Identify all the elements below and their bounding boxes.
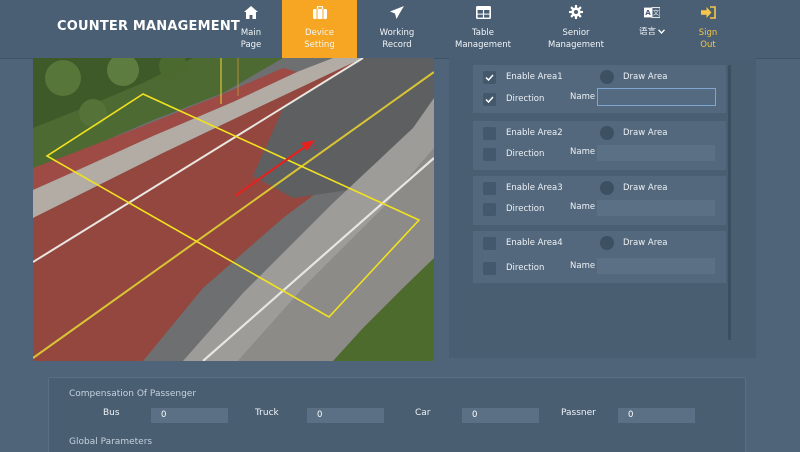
direction-checkbox[interactable] bbox=[483, 202, 496, 216]
draw-area-row: Draw Area bbox=[600, 68, 667, 86]
nav-label: Management bbox=[455, 40, 511, 50]
area-name-input[interactable] bbox=[597, 88, 716, 106]
nav-senior-management[interactable]: Senior Management bbox=[544, 0, 608, 58]
gear-icon bbox=[568, 4, 584, 20]
area-card-1: Enable Area1 Draw Area Direction Name bbox=[473, 65, 726, 113]
enable-area-checkbox[interactable] bbox=[483, 236, 496, 250]
passner-label: Passner bbox=[561, 408, 596, 418]
area-card-4: Enable Area4 Draw Area Direction Name bbox=[473, 231, 726, 283]
app-title: COUNTER MANAGEMENT bbox=[57, 19, 240, 34]
enable-area-label: Enable Area1 bbox=[506, 72, 563, 82]
nav-table-management[interactable]: Table Management bbox=[450, 0, 516, 58]
direction-checkbox[interactable] bbox=[483, 92, 496, 106]
draw-area-radio[interactable] bbox=[600, 181, 614, 195]
enable-area-label: Enable Area2 bbox=[506, 128, 563, 138]
enable-area-checkbox[interactable] bbox=[483, 70, 496, 84]
direction-row: Direction bbox=[483, 200, 544, 218]
nav-label: 语言 bbox=[638, 27, 656, 37]
area-card-2: Enable Area2 Draw Area Direction Name bbox=[473, 121, 726, 170]
draw-area-radio[interactable] bbox=[600, 126, 614, 140]
chevron-down-icon bbox=[658, 26, 665, 38]
nav-label: Device bbox=[304, 28, 335, 38]
draw-area-label: Draw Area bbox=[623, 128, 668, 138]
area-card-3: Enable Area3 Draw Area Direction Name bbox=[473, 176, 726, 225]
nav-label: Setting bbox=[304, 40, 335, 50]
area-name-input[interactable] bbox=[597, 258, 715, 274]
draw-area-label: Draw Area bbox=[623, 72, 668, 82]
svg-text:文: 文 bbox=[653, 9, 660, 17]
briefcase-icon bbox=[312, 4, 328, 20]
name-label: Name bbox=[570, 261, 596, 271]
enable-area-row: Enable Area4 bbox=[483, 234, 563, 252]
nav-label: Page bbox=[240, 40, 262, 50]
direction-label: Direction bbox=[506, 204, 545, 214]
draw-area-row: Draw Area bbox=[600, 234, 667, 252]
nav-working-record[interactable]: Working Record bbox=[370, 0, 424, 58]
global-parameters-title: Global Parameters bbox=[69, 437, 153, 447]
home-icon bbox=[243, 4, 259, 20]
direction-label: Direction bbox=[506, 263, 545, 273]
draw-area-radio[interactable] bbox=[600, 70, 614, 84]
direction-label: Direction bbox=[506, 94, 545, 104]
direction-row: Direction bbox=[483, 145, 544, 163]
direction-checkbox[interactable] bbox=[483, 261, 496, 275]
nav-label: Main bbox=[240, 28, 262, 38]
camera-view[interactable]: 1 bbox=[33, 58, 434, 361]
enable-area-checkbox[interactable] bbox=[483, 181, 496, 195]
area-name-input[interactable] bbox=[597, 145, 715, 161]
enable-area-label: Enable Area4 bbox=[506, 238, 563, 248]
svg-text:1: 1 bbox=[313, 144, 317, 152]
draw-area-row: Draw Area bbox=[600, 179, 667, 197]
nav-label: Senior bbox=[562, 28, 590, 38]
nav-label: Table bbox=[472, 28, 494, 38]
direction-row: Direction bbox=[483, 90, 544, 108]
nav-device-setting[interactable]: Device Setting bbox=[282, 0, 357, 58]
svg-text:A: A bbox=[645, 8, 651, 17]
nav-label: Out bbox=[700, 40, 716, 50]
draw-area-label: Draw Area bbox=[623, 238, 668, 248]
enable-area-row: Enable Area3 bbox=[483, 179, 563, 197]
table-icon bbox=[475, 4, 491, 20]
sign-out-icon bbox=[700, 4, 716, 20]
car-label: Car bbox=[415, 408, 431, 418]
truck-label: Truck bbox=[255, 408, 279, 418]
nav-label: Working bbox=[379, 28, 415, 38]
direction-label: Direction bbox=[506, 149, 545, 159]
enable-area-row: Enable Area2 bbox=[483, 124, 563, 142]
name-label: Name bbox=[570, 147, 596, 157]
enable-area-checkbox[interactable] bbox=[483, 126, 496, 140]
car-input[interactable]: 0 bbox=[462, 408, 539, 423]
draw-area-radio[interactable] bbox=[600, 236, 614, 250]
passner-input[interactable]: 0 bbox=[618, 408, 695, 423]
nav-language[interactable]: A文 语言 bbox=[632, 0, 672, 58]
nav-sign-out[interactable]: Sign Out bbox=[690, 0, 726, 58]
direction-checkbox[interactable] bbox=[483, 147, 496, 161]
draw-area-row: Draw Area bbox=[600, 124, 667, 142]
truck-input[interactable]: 0 bbox=[307, 408, 384, 423]
bus-input[interactable]: 0 bbox=[151, 408, 228, 423]
panel-scrollbar[interactable] bbox=[728, 65, 731, 340]
enable-area-label: Enable Area3 bbox=[506, 183, 563, 193]
nav-main-page[interactable]: Main Page bbox=[224, 0, 278, 58]
nav-label: Record bbox=[382, 40, 412, 50]
top-nav: COUNTER MANAGEMENT Main Page Device Sett… bbox=[0, 0, 800, 58]
compensation-title: Compensation Of Passenger bbox=[69, 389, 197, 399]
nav-label: Sign bbox=[698, 28, 718, 38]
draw-area-label: Draw Area bbox=[623, 183, 668, 193]
name-label: Name bbox=[570, 202, 596, 212]
name-label: Name bbox=[570, 92, 596, 102]
area-name-input[interactable] bbox=[597, 200, 715, 216]
bus-label: Bus bbox=[103, 408, 120, 418]
language-icon: A文 bbox=[644, 4, 660, 20]
send-icon bbox=[389, 4, 405, 20]
enable-area-row: Enable Area1 bbox=[483, 68, 563, 86]
direction-row: Direction bbox=[483, 259, 544, 277]
nav-label: Management bbox=[548, 40, 604, 50]
